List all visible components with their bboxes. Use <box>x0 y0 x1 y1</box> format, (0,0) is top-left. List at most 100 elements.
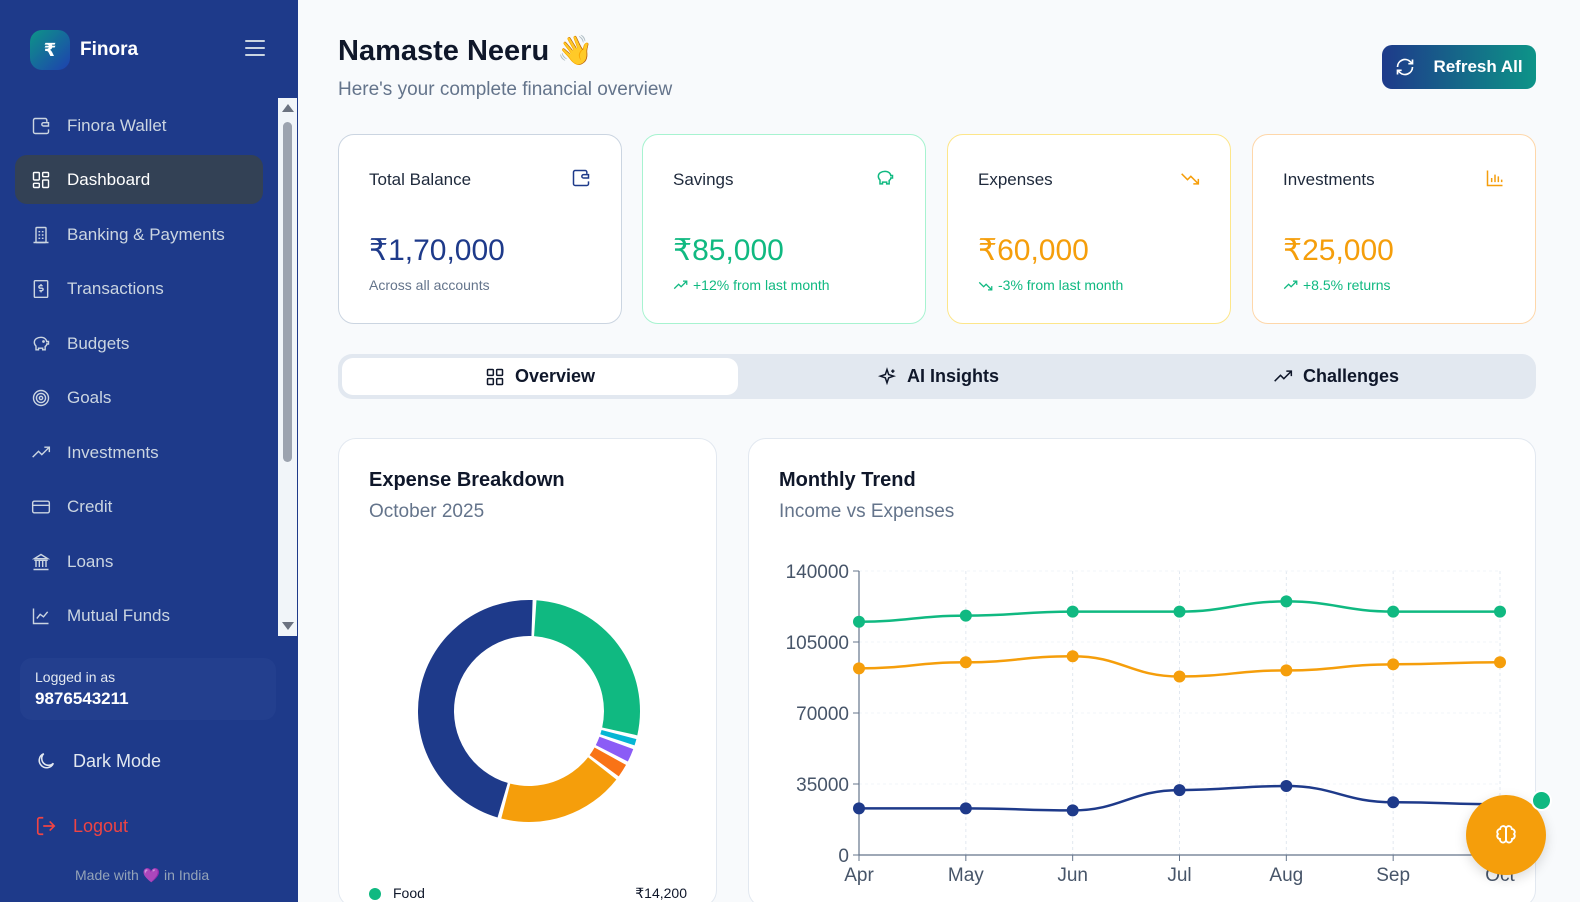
monthly-trend-panel: Monthly Trend Income vs Expenses 140000 1… <box>748 438 1536 902</box>
data-point[interactable] <box>853 615 865 628</box>
sidebar-item-label: Budgets <box>67 333 130 353</box>
sidebar-item-finora-wallet[interactable]: Finora Wallet <box>15 101 263 150</box>
data-point[interactable] <box>1387 605 1400 618</box>
data-point[interactable] <box>1494 605 1506 618</box>
sidebar-item-label: Goals <box>67 387 112 407</box>
brand[interactable]: ₹ Finora <box>30 30 138 70</box>
sidebar-item-label: Finora Wallet <box>67 115 167 135</box>
sidebar-item-label: Mutual Funds <box>67 605 170 625</box>
trending-up-icon <box>31 443 51 463</box>
total-balance-card[interactable]: Total Balance ₹1,70,000 Across all accou… <box>338 134 622 324</box>
wallet-icon <box>31 116 51 136</box>
monthly-trend-chart: 140000 105000 70000 35000 0Apr May Jun Jul Aug Se… <box>786 562 1520 886</box>
bank-icon <box>31 552 51 572</box>
expenses-card[interactable]: Expenses ₹60,000 -3% from last month <box>947 134 1231 324</box>
sidebar-item-budgets[interactable]: Budgets <box>15 319 263 368</box>
legend-item: Food ₹14,200 <box>369 885 687 902</box>
data-point[interactable] <box>853 662 865 675</box>
legend-value: ₹14,200 <box>635 885 687 901</box>
data-point[interactable] <box>1494 656 1506 669</box>
user-phone: 9876543211 <box>35 689 129 708</box>
data-point[interactable] <box>1280 780 1293 793</box>
card-value: ₹25,000 <box>1283 234 1394 267</box>
data-point[interactable] <box>1066 605 1079 618</box>
logout-button[interactable]: Logout <box>35 815 128 837</box>
heart-icon: 💜 <box>142 867 161 883</box>
data-point[interactable] <box>1280 664 1293 677</box>
donut-slice[interactable] <box>501 757 617 822</box>
savings-card[interactable]: Savings ₹85,000 +12% from last month <box>642 134 926 324</box>
dark-mode-label: Dark Mode <box>73 750 162 771</box>
data-point[interactable] <box>1066 804 1079 817</box>
notification-dot <box>1531 790 1552 811</box>
data-point[interactable] <box>959 656 972 669</box>
data-point[interactable] <box>1280 595 1293 608</box>
tab-overview[interactable]: Overview <box>342 358 738 395</box>
x-tick-label: Aug <box>1269 865 1303 886</box>
donut-slice[interactable] <box>534 600 640 736</box>
sidebar-item-banking[interactable]: Banking & Payments <box>15 210 263 259</box>
card-subtext: Across all accounts <box>369 277 490 293</box>
sidebar-item-loans[interactable]: Loans <box>15 537 263 586</box>
data-point[interactable] <box>959 609 972 622</box>
card-subtext-label: +12% from last month <box>693 277 830 293</box>
y-tick-label: 140000 <box>786 562 849 583</box>
data-point[interactable] <box>1173 605 1186 618</box>
expense-breakdown-panel: Expense Breakdown October 2025 Food ₹14,… <box>338 438 717 902</box>
page-title: Namaste Neeru 👋 <box>338 35 594 67</box>
brand-name: Finora <box>80 39 139 60</box>
bar-chart-icon <box>1485 168 1505 188</box>
scrollbar-thumb[interactable] <box>283 122 292 462</box>
trending-down-icon <box>978 281 993 290</box>
x-tick-label: Jul <box>1167 865 1191 886</box>
data-point[interactable] <box>853 802 865 815</box>
brain-icon <box>1496 825 1516 844</box>
panel-subtitle: October 2025 <box>369 501 485 522</box>
in-india-text: in India <box>164 867 210 883</box>
card-title: Total Balance <box>369 170 472 189</box>
investments-card[interactable]: Investments ₹25,000 +8.5% returns <box>1252 134 1536 324</box>
data-point[interactable] <box>959 802 972 815</box>
data-point[interactable] <box>1173 670 1186 683</box>
card-title: Investments <box>1283 170 1375 189</box>
trending-up-icon <box>1283 280 1298 289</box>
legend-label: Food <box>393 885 425 901</box>
sidebar: ₹ Finora Finora Wallet Dashboard Banking… <box>0 0 298 902</box>
tab-challenges[interactable]: Challenges <box>1138 358 1534 395</box>
sidebar-item-label: Credit <box>67 496 113 516</box>
y-tick-label: 105000 <box>786 633 849 654</box>
sparkles-icon <box>877 366 897 385</box>
scroll-down-arrow-icon[interactable] <box>282 622 294 630</box>
card-value: ₹1,70,000 <box>369 234 505 267</box>
card-subtext-label: +8.5% returns <box>1303 277 1391 293</box>
sidebar-item-mutual-funds[interactable]: Mutual Funds <box>15 591 263 636</box>
refresh-all-button[interactable]: Refresh All <box>1382 45 1536 89</box>
sidebar-item-transactions[interactable]: Transactions <box>15 264 263 313</box>
building-icon <box>31 225 51 245</box>
data-point[interactable] <box>1387 796 1400 809</box>
wallet-icon <box>571 168 591 188</box>
data-point[interactable] <box>1387 658 1400 671</box>
card-subtext-label: -3% from last month <box>998 277 1124 293</box>
target-icon <box>31 388 51 408</box>
sidebar-nav: Finora Wallet Dashboard Banking & Paymen… <box>0 98 278 636</box>
tab-label: AI Insights <box>906 366 999 386</box>
sidebar-item-goals[interactable]: Goals <box>15 373 263 422</box>
dark-mode-toggle[interactable]: Dark Mode <box>35 750 161 772</box>
card-subtext: +8.5% returns <box>1283 277 1391 293</box>
piggy-bank-icon <box>875 168 895 188</box>
sidebar-item-credit[interactable]: Credit <box>15 482 263 531</box>
card-value: ₹85,000 <box>673 234 784 267</box>
sidebar-item-dashboard[interactable]: Dashboard <box>15 155 263 204</box>
x-tick-label: Apr <box>844 865 874 886</box>
tab-ai-insights[interactable]: AI Insights <box>740 358 1136 395</box>
sidebar-item-investments[interactable]: Investments <box>15 428 263 477</box>
sidebar-scrollbar[interactable] <box>278 98 297 636</box>
data-point[interactable] <box>1173 784 1186 797</box>
tab-label: Challenges <box>1302 366 1400 386</box>
menu-toggle-icon[interactable] <box>245 40 265 56</box>
logout-label: Logout <box>73 815 129 836</box>
rupee-logo-icon: ₹ <box>30 30 70 70</box>
data-point[interactable] <box>1066 650 1079 663</box>
scroll-up-arrow-icon[interactable] <box>282 104 294 112</box>
